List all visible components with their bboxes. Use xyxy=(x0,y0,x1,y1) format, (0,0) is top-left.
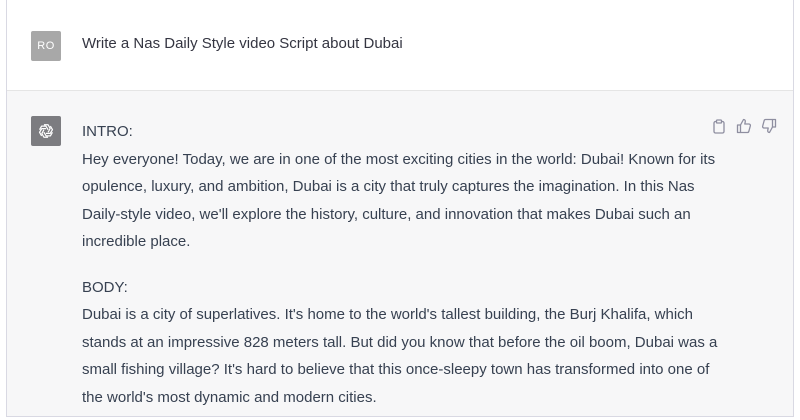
user-message-row: RO Write a Nas Daily Style video Script … xyxy=(7,0,793,91)
body-paragraph: Dubai is a city of superlatives. It's ho… xyxy=(82,306,718,406)
clipboard-icon xyxy=(713,118,725,134)
openai-logo-icon xyxy=(38,124,54,138)
chat-conversation: RO Write a Nas Daily Style video Script … xyxy=(6,0,794,417)
intro-paragraph: Hey everyone! Today, we are in one of th… xyxy=(82,150,716,251)
assistant-avatar xyxy=(31,116,61,146)
dislike-button[interactable] xyxy=(761,118,777,134)
user-prompt-text: Write a Nas Daily Style video Script abo… xyxy=(82,35,403,52)
like-button[interactable] xyxy=(736,118,752,134)
body-heading: BODY: xyxy=(82,278,128,296)
thumbs-down-icon xyxy=(761,118,777,134)
user-avatar: RO xyxy=(31,31,61,61)
assistant-message-row: INTRO: Hey everyone! Today, we are in on… xyxy=(7,91,793,416)
copy-button[interactable] xyxy=(711,118,727,134)
assistant-response: INTRO: Hey everyone! Today, we are in on… xyxy=(82,118,722,411)
intro-heading: INTRO: xyxy=(82,123,133,140)
thumbs-up-icon xyxy=(736,118,752,134)
message-actions xyxy=(711,118,777,134)
